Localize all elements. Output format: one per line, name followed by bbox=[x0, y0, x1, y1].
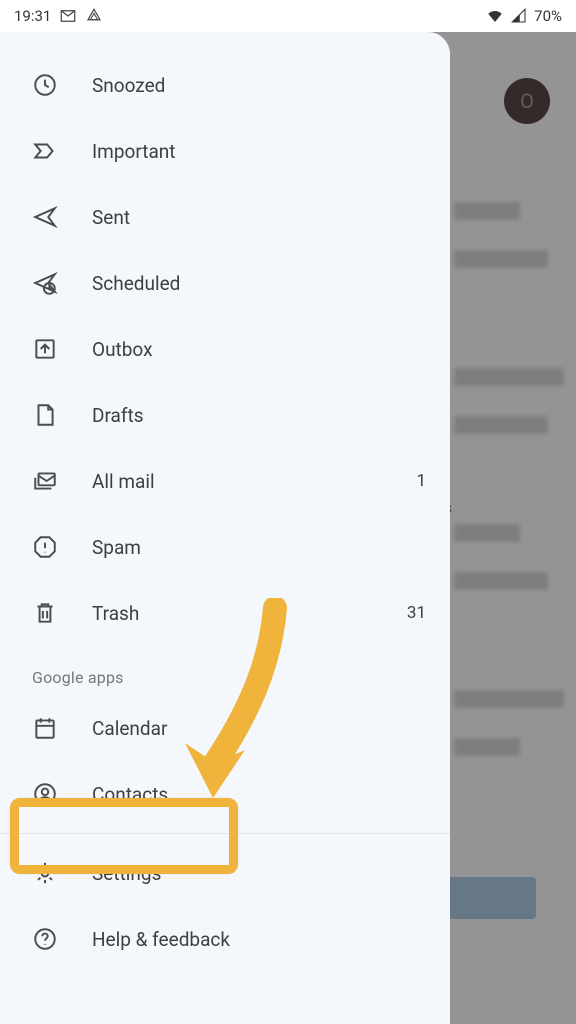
status-time: 19:31 bbox=[14, 7, 51, 25]
nav-label: Settings bbox=[92, 862, 432, 885]
nav-item-outbox[interactable]: Outbox bbox=[0, 316, 450, 382]
nav-count: 31 bbox=[407, 603, 432, 623]
nav-label: All mail bbox=[92, 470, 416, 493]
nav-item-settings[interactable]: Settings bbox=[0, 840, 450, 906]
contacts-icon bbox=[32, 781, 92, 807]
calendar-icon bbox=[32, 715, 92, 741]
nav-label: Help & feedback bbox=[92, 928, 432, 951]
nav-label: Drafts bbox=[92, 404, 432, 427]
scheduled-icon bbox=[32, 270, 92, 296]
spam-icon bbox=[32, 534, 92, 560]
gmail-app-icon bbox=[59, 7, 77, 25]
allmail-icon bbox=[32, 468, 92, 494]
nav-item-trash[interactable]: Trash 31 bbox=[0, 580, 450, 646]
nav-label: Contacts bbox=[92, 783, 432, 806]
nav-item-calendar[interactable]: Calendar bbox=[0, 695, 450, 761]
nav-item-scheduled[interactable]: Scheduled bbox=[0, 250, 450, 316]
section-header-google-apps: Google apps bbox=[0, 646, 450, 695]
important-icon bbox=[32, 138, 92, 164]
help-icon bbox=[32, 926, 92, 952]
nav-item-allmail[interactable]: All mail 1 bbox=[0, 448, 450, 514]
nav-label: Spam bbox=[92, 536, 432, 559]
nav-item-sent[interactable]: Sent bbox=[0, 184, 450, 250]
outbox-icon bbox=[32, 336, 92, 362]
nav-count: 1 bbox=[416, 471, 432, 491]
nav-item-drafts[interactable]: Drafts bbox=[0, 382, 450, 448]
nav-label: Trash bbox=[92, 602, 407, 625]
nav-label: Important bbox=[92, 140, 432, 163]
divider bbox=[0, 833, 450, 834]
drafts-icon bbox=[32, 402, 92, 428]
nav-label: Calendar bbox=[92, 717, 432, 740]
nav-label: Snoozed bbox=[92, 74, 432, 97]
battery-text: 70% bbox=[534, 7, 562, 25]
nav-item-starred[interactable]: Starred bbox=[0, 32, 450, 52]
nav-label: Sent bbox=[92, 206, 432, 229]
sent-icon bbox=[32, 204, 92, 230]
drive-app-icon bbox=[85, 7, 103, 25]
navigation-drawer: Starred Snoozed Important Sent Scheduled bbox=[0, 32, 450, 1024]
nav-item-spam[interactable]: Spam bbox=[0, 514, 450, 580]
clock-icon bbox=[32, 72, 92, 98]
nav-item-help[interactable]: Help & feedback bbox=[0, 906, 450, 972]
nav-item-snoozed[interactable]: Snoozed bbox=[0, 52, 450, 118]
nav-label: Scheduled bbox=[92, 272, 432, 295]
cell-signal-icon bbox=[510, 7, 528, 25]
nav-item-contacts[interactable]: Contacts bbox=[0, 761, 450, 827]
nav-label: Outbox bbox=[92, 338, 432, 361]
wifi-icon bbox=[486, 7, 504, 25]
trash-icon bbox=[32, 600, 92, 626]
status-bar: 19:31 70% bbox=[0, 0, 576, 32]
gear-icon bbox=[32, 860, 92, 886]
nav-item-important[interactable]: Important bbox=[0, 118, 450, 184]
